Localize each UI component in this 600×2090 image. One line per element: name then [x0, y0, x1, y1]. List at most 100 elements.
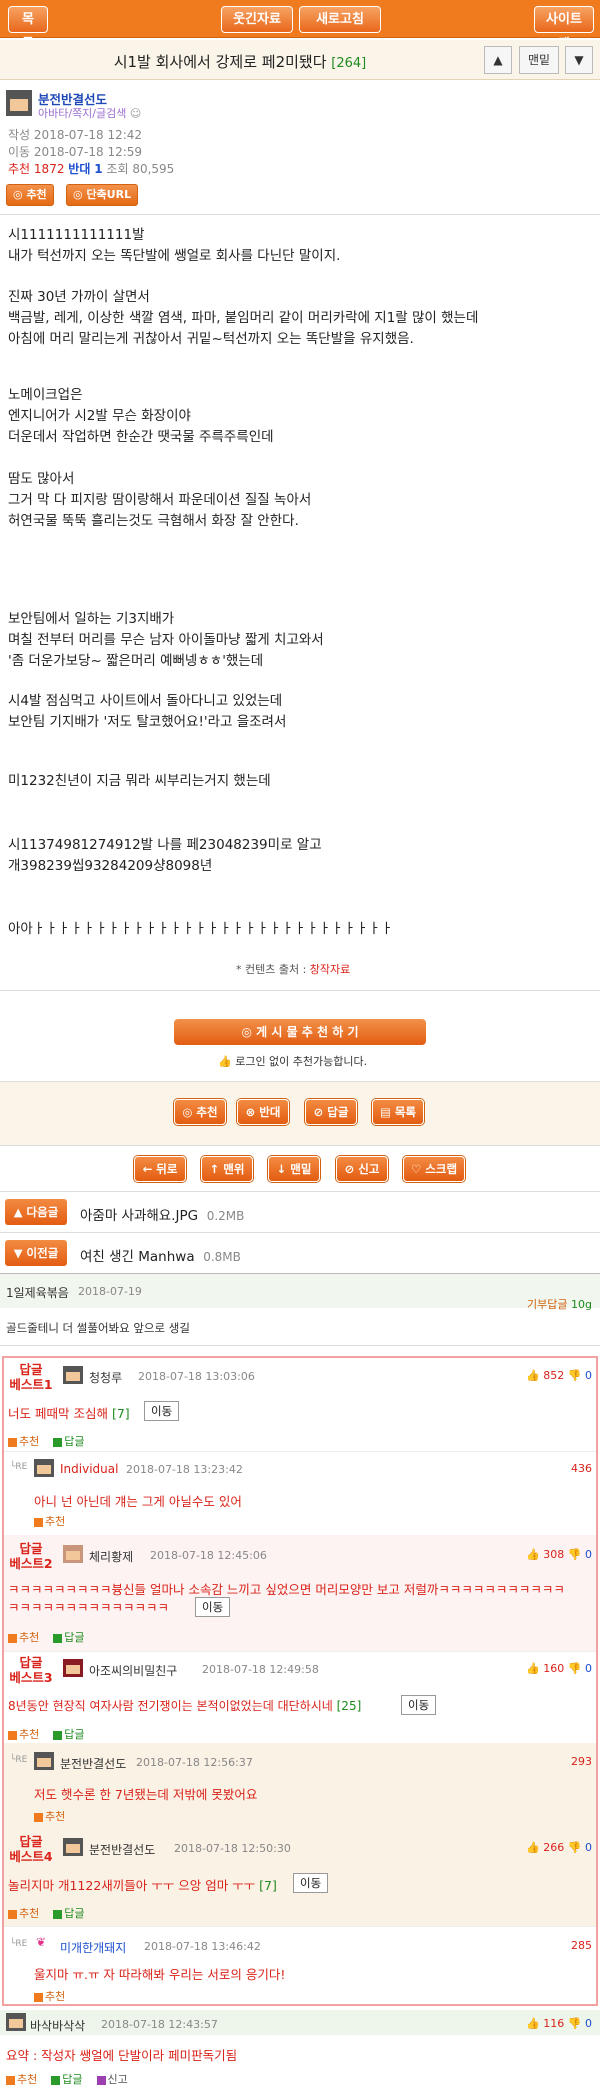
plus-icon	[34, 1812, 43, 1822]
post-title: 시1발 회사에서 강제로 페2미됐다 [264]	[113, 53, 367, 71]
para-8: 시11374981274912발 나를 페23048239미로 알고 개39823…	[8, 837, 322, 874]
reply-icon	[53, 1437, 63, 1447]
vote-count: 👍 308 👎 0	[526, 1548, 592, 1561]
author-links[interactable]: 아바타/쪽지/글검색 ☺	[38, 105, 141, 121]
comment-date: 2018-07-18 13:23:42	[126, 1463, 243, 1476]
para-6: 시4발 점심먹고 사이트에서 돌아다니고 있었는데 보안팀 기지배가 '저도 탈코…	[8, 693, 287, 730]
move-button[interactable]: 이동	[144, 1401, 180, 1421]
recommend-small-button[interactable]: ◎ 추천	[6, 184, 54, 206]
reply-icon	[53, 1909, 63, 1919]
comment-avatar[interactable]	[63, 1659, 83, 1677]
back-button[interactable]: ← 뒤로	[134, 1156, 186, 1182]
comment-author[interactable]: 바삭바삭삭	[30, 2017, 85, 2034]
comment-text: 골드줄테니 더 썰풀어봐요 앞으로 생길	[6, 1321, 190, 1335]
reply-marker: └RE	[10, 1755, 28, 1765]
report-button[interactable]: ⊘ 신고	[336, 1156, 388, 1182]
next-post-title[interactable]: 아줌마 사과해요.JPG 0.2MB	[80, 1204, 244, 1224]
move-button[interactable]: 이동	[293, 1873, 329, 1893]
stats-row: 추천 1872 반대 1 조회 80,595	[8, 162, 175, 176]
best-label-4: 답글 베스트4	[9, 1834, 53, 1864]
comment-actions: 추천	[34, 1513, 65, 1529]
donate-label: 기부답글 10g	[527, 1298, 592, 1311]
comment-count: [264]	[331, 56, 367, 71]
scrap-button[interactable]: ♡ 스크랩	[403, 1156, 465, 1182]
best-label-3: 답글 베스트3	[9, 1655, 53, 1685]
vote-count: 👍 160 👎 0	[526, 1662, 592, 1675]
comment-date: 2018-07-19	[78, 1285, 142, 1298]
prev-post-button[interactable]: ▼ 이전글	[5, 1240, 67, 1266]
sitemap-button[interactable]: 사이트맵	[534, 6, 594, 52]
plus-icon	[34, 1517, 43, 1527]
comment-text: 너도 페때막 조심해 [7]	[8, 1406, 130, 1421]
best-label-1: 답글 베스트1	[9, 1362, 53, 1392]
vote-count: 285	[571, 1939, 592, 1952]
para-7: 미1232친년이 지금 뭐라 씨부리는거지 했는데	[8, 773, 271, 789]
plus-icon	[34, 1992, 43, 2002]
para-1: 시1111111111111발 내가 턱선까지 오는 똑단발에 쌩얼로 회사를 다…	[8, 227, 341, 264]
comment-text: 놀리지마 개1122새끼들아 ㅜㅜ 으앙 엄마 ㅜㅜ [7]	[8, 1878, 277, 1893]
para-2: 진짜 30년 가까이 살면서 백금발, 레게, 이상한 색깔 염색, 파마, 붙임…	[8, 289, 479, 347]
move-button[interactable]: 이동	[195, 1597, 231, 1617]
bottom-nav-button[interactable]: ↓ 맨밑	[268, 1156, 320, 1182]
comment-avatar[interactable]	[63, 1838, 83, 1856]
oppose-button[interactable]: ⊗ 반대	[237, 1099, 289, 1125]
vote-count: 293	[571, 1755, 592, 1768]
comment-actions: 추천 답글	[8, 1433, 85, 1449]
comment-date: 2018-07-18 12:50:30	[174, 1842, 291, 1855]
comment-date: 2018-07-18 12:45:06	[150, 1549, 267, 1562]
bottom-button[interactable]: 맨밑	[519, 46, 559, 74]
list-bottom-button[interactable]: ▤ 목록	[372, 1099, 424, 1125]
plus-icon	[6, 2075, 15, 2085]
comment-avatar[interactable]	[63, 1545, 83, 1563]
para-4: 땀도 많아서 그거 막 다 피지랑 땀이랑해서 파운데이션 질질 녹아서 허연국물 …	[8, 471, 312, 529]
comment-author[interactable]: 아조씨의비밀친구	[89, 1662, 177, 1679]
comment-actions: 추천	[34, 1988, 65, 2004]
move-button[interactable]: 이동	[401, 1695, 437, 1715]
smile-icon: ☺	[129, 107, 142, 120]
report-icon	[96, 2075, 106, 2085]
reply-marker: └RE	[10, 1939, 28, 1949]
author-avatar[interactable]	[6, 90, 32, 116]
recommend-button[interactable]: ◎ 추천	[174, 1099, 226, 1125]
action-bar: ◎ 추천 ⊗ 반대 ⊘ 답글 ▤ 목록	[0, 1082, 600, 1145]
plus-icon	[8, 1730, 17, 1740]
funny-button[interactable]: 웃긴자료	[221, 6, 293, 33]
short-url-button[interactable]: ◎ 단축URL	[66, 184, 139, 206]
recommend-post-button[interactable]: ◎ 게 시 물 추 천 하 기	[174, 1019, 426, 1045]
top-bar: 목록 웃긴자료 새로고침 사이트맵	[0, 0, 600, 52]
divider	[0, 1191, 600, 1192]
comment-author[interactable]: 체리황제	[89, 1548, 133, 1565]
comment-avatar[interactable]	[34, 1752, 54, 1770]
divider	[0, 1145, 600, 1146]
comment-avatar[interactable]	[34, 1459, 54, 1477]
prev-post-title[interactable]: 여친 생긴 Manhwa 0.8MB	[80, 1245, 241, 1265]
vote-count: 436	[571, 1462, 592, 1475]
reply-button[interactable]: ⊘ 답글	[305, 1099, 357, 1125]
comment-date: 2018-07-18 12:56:37	[136, 1756, 253, 1769]
comment-date: 2018-07-18 12:43:57	[101, 2018, 218, 2031]
next-post-button[interactable]: ▲ 다음글	[5, 1199, 67, 1225]
created-row: 작성 2018-07-18 12:42	[8, 128, 143, 142]
comment-actions: 추천 답글	[8, 1905, 85, 1921]
comment-author[interactable]: Individual	[60, 1462, 118, 1476]
divider	[0, 990, 600, 991]
comment-author[interactable]: 분전반결선도	[60, 1755, 126, 1772]
refresh-button[interactable]: 새로고침	[299, 6, 381, 33]
comment-author[interactable]: 청청루	[89, 1369, 122, 1386]
comment-text: ㅋㅋㅋㅋㅋㅋㅋㅋㅋ븅신들 얼마나 소속감 느끼고 싶었으면 머리모양만 보고 저…	[8, 1582, 565, 1615]
comment-actions: 추천	[34, 1808, 65, 1824]
comment-date: 2018-07-18 13:46:42	[144, 1940, 261, 1953]
comment-actions: 추천 답글	[8, 1629, 85, 1645]
scroll-up-button[interactable]: ▲	[484, 46, 512, 74]
comment-avatar[interactable]	[63, 1366, 83, 1384]
scroll-down-button[interactable]: ▼	[565, 46, 593, 74]
comment-header: 1일제육볶음 2018-07-19 기부답글 10g	[0, 1274, 600, 1311]
reply-icon	[51, 2075, 61, 2085]
comment-author[interactable]: 분전반결선도	[89, 1841, 155, 1858]
moved-row: 이동 2018-07-18 12:59	[8, 145, 143, 159]
top-button[interactable]: ↑ 맨위	[201, 1156, 253, 1182]
comment-author[interactable]: 미개한개돼지	[60, 1939, 126, 1956]
comment-author[interactable]: 1일제육볶음	[6, 1284, 69, 1301]
comment-avatar[interactable]	[6, 2013, 26, 2031]
list-button[interactable]: 목록	[8, 6, 48, 52]
